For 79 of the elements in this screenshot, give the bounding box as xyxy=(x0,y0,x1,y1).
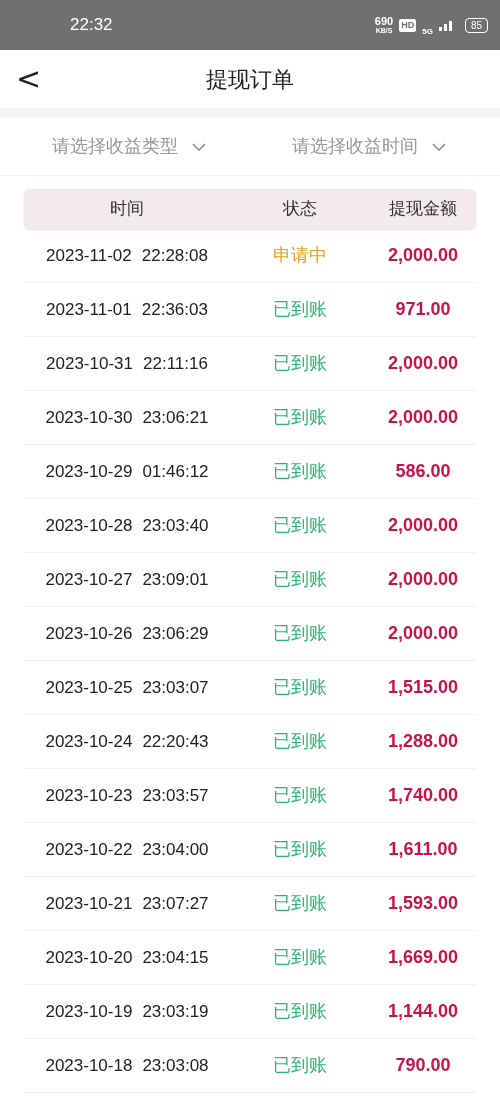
status-cell-text: 已到账 xyxy=(273,946,327,969)
time-cell-text: 22:36:03 xyxy=(141,298,208,321)
status-cell-text: 已到账 xyxy=(273,1000,327,1023)
network-speed: 690 xyxy=(374,16,394,27)
amount-cell-text: 2,000.00 xyxy=(387,622,459,645)
signal-icon xyxy=(438,19,453,31)
amount-cell-text: 2,000.00 xyxy=(387,406,459,429)
amount-cell-text: 1,593.00 xyxy=(387,892,459,915)
status-cell-text: 申请中 xyxy=(273,244,327,267)
amount-cell-text: 1,740.00 xyxy=(387,784,459,807)
chevron-down-icon xyxy=(192,142,206,151)
column-header: 提现金额 xyxy=(388,198,458,221)
amount-cell-text: 2,000.00 xyxy=(387,514,459,537)
date-cell-text: 2023-10-24 xyxy=(45,730,133,753)
filter-dropdown[interactable]: 请选择收益类型 xyxy=(0,118,260,175)
status-cell-text: 已到账 xyxy=(273,784,327,807)
date-cell-text: 2023-11-01 xyxy=(46,298,132,321)
time-cell-text: 23:03:57 xyxy=(142,784,209,807)
page-title: 提现订单 xyxy=(206,65,294,94)
clock: 22:32 xyxy=(70,14,113,37)
status-cell-text: 已到账 xyxy=(273,568,327,591)
status-cell-text: 已到账 xyxy=(273,298,327,321)
time-cell-text: 01:46:12 xyxy=(142,460,209,483)
amount-cell-text: 1,669.00 xyxy=(387,946,459,969)
amount-cell-text: 790.00 xyxy=(395,1054,451,1077)
amount-cell-text: 1,288.00 xyxy=(387,730,459,753)
chevron-down-icon xyxy=(432,142,446,151)
time-cell-text: 23:09:01 xyxy=(142,568,209,591)
status-cell-text: 已到账 xyxy=(273,730,327,753)
status-cell-text: 已到账 xyxy=(273,838,327,861)
date-cell-text: 2023-10-20 xyxy=(45,946,133,969)
amount-cell-text: 1,515.00 xyxy=(387,676,459,699)
amount-cell-text: 1,144.00 xyxy=(387,1000,459,1023)
status-cell-text: 已到账 xyxy=(273,406,327,429)
amount-cell-text: 586.00 xyxy=(395,460,451,483)
amount-cell-text: 2,000.00 xyxy=(387,352,459,375)
time-cell-text: 22:28:08 xyxy=(141,244,208,267)
time-cell-text: 23:03:07 xyxy=(142,676,209,699)
status-cell-text: 已到账 xyxy=(273,352,327,375)
time-cell-text: 23:07:27 xyxy=(142,892,209,915)
status-cell-text: 已到账 xyxy=(273,460,327,483)
date-cell-text: 2023-10-21 xyxy=(45,892,133,915)
battery-indicator: 85 xyxy=(464,17,488,33)
time-cell-text: 23:03:08 xyxy=(142,1054,209,1077)
status-cell-text: 已到账 xyxy=(273,676,327,699)
time-cell-text: 23:03:40 xyxy=(142,514,209,537)
time-cell-text: 22:20:43 xyxy=(142,730,209,753)
column-header: 状态 xyxy=(282,198,318,221)
time-cell-text: 22:11:16 xyxy=(143,352,208,375)
amount-cell-text: 2,000.00 xyxy=(387,244,459,267)
back-button[interactable]: < xyxy=(16,64,42,94)
date-cell-text: 2023-10-18 xyxy=(45,1054,133,1077)
date-cell-text: 2023-10-19 xyxy=(45,1000,133,1023)
date-cell-text: 2023-10-30 xyxy=(45,406,133,429)
time-cell-text: 23:06:29 xyxy=(142,622,209,645)
hd-badge: HD xyxy=(399,18,417,32)
date-cell-text: 2023-10-25 xyxy=(45,676,133,699)
date-cell-text: 2023-10-23 xyxy=(45,784,133,807)
column-header: 时间 xyxy=(109,198,145,221)
time-cell-text: 23:04:00 xyxy=(142,838,209,861)
amount-cell-text: 1,611.00 xyxy=(388,838,458,861)
amount-cell-text: 2,000.00 xyxy=(387,568,459,591)
time-cell-text: 23:03:19 xyxy=(142,1000,209,1023)
date-cell-text: 2023-10-27 xyxy=(45,568,133,591)
date-cell-text: 2023-10-26 xyxy=(45,622,133,645)
date-cell-text: 2023-10-29 xyxy=(45,460,133,483)
date-cell-text: 2023-10-31 xyxy=(46,352,133,375)
date-cell-text: 2023-11-02 xyxy=(46,244,132,267)
status-cell-text: 已到账 xyxy=(273,1054,327,1077)
filter-dropdown[interactable]: 请选择收益时间 xyxy=(260,118,500,175)
date-cell-text: 2023-10-22 xyxy=(45,838,133,861)
time-cell-text: 23:04:15 xyxy=(142,946,209,969)
amount-cell-text: 971.00 xyxy=(395,298,451,321)
status-cell-text: 已到账 xyxy=(273,622,327,645)
status-cell-text: 已到账 xyxy=(273,892,327,915)
network-type: 5G xyxy=(422,28,433,36)
time-cell-text: 23:06:21 xyxy=(142,406,209,429)
status-cell-text: 已到账 xyxy=(273,514,327,537)
date-cell-text: 2023-10-28 xyxy=(45,514,133,537)
